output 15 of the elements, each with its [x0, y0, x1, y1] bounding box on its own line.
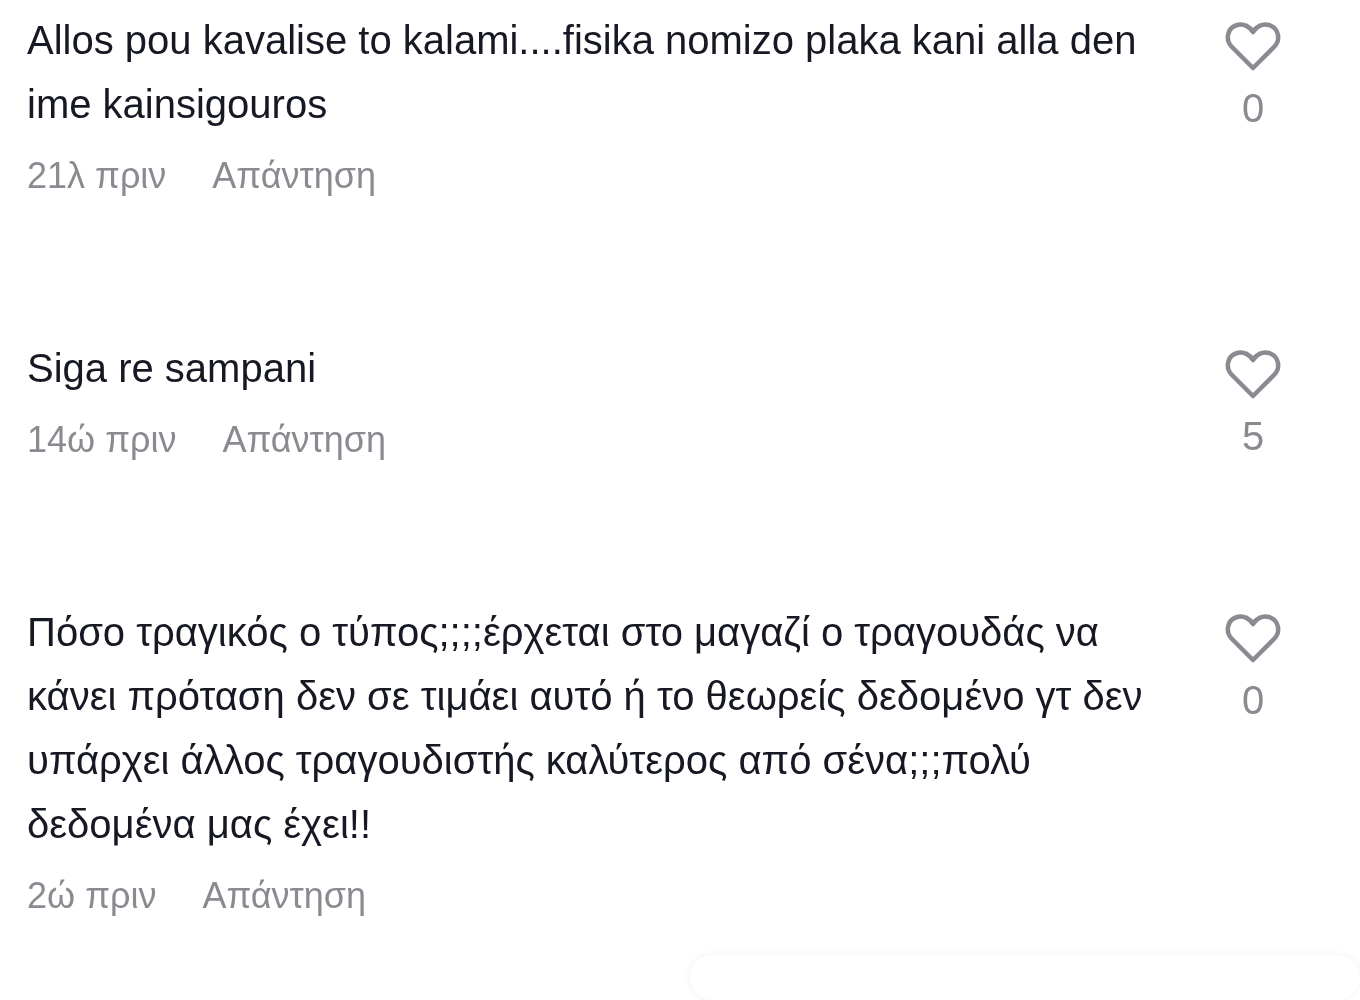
reply-link[interactable]: Απάντηση	[202, 874, 367, 918]
comment-time: 21λ πριν	[27, 154, 167, 198]
heart-icon[interactable]	[1225, 348, 1281, 400]
comment-text: Allos pou kavalise to kalami....fisika nomizo plaka kani alla den ime kainsigouros	[27, 17, 1138, 128]
heart-icon[interactable]	[1225, 20, 1281, 72]
like-count: 0	[1241, 86, 1265, 130]
reply-link[interactable]: Απάντηση	[222, 418, 387, 462]
like-count: 0	[1241, 678, 1265, 722]
comment-text: Siga re sampani	[27, 345, 318, 392]
comment-time: 14ώ πριν	[27, 418, 177, 462]
heart-icon[interactable]	[1225, 612, 1281, 664]
reply-link[interactable]: Απάντηση	[212, 154, 376, 198]
comment-time: 2ώ πριν	[27, 874, 157, 918]
like-count: 5	[1241, 414, 1265, 458]
comment-text: Πόσο τραγικός ο τύπος;;;;έρχεται στο μαγαζί ο τραγουδάς να κάνει πρόταση δεν σε τιμάει αυτό ή το θεωρείς δεδομένο γτ δεν υπάρχει άλλος τραγουδιστής καλύτερος από σένα;;;πολύ δεδομένα μας έχει!!	[27, 609, 1144, 848]
